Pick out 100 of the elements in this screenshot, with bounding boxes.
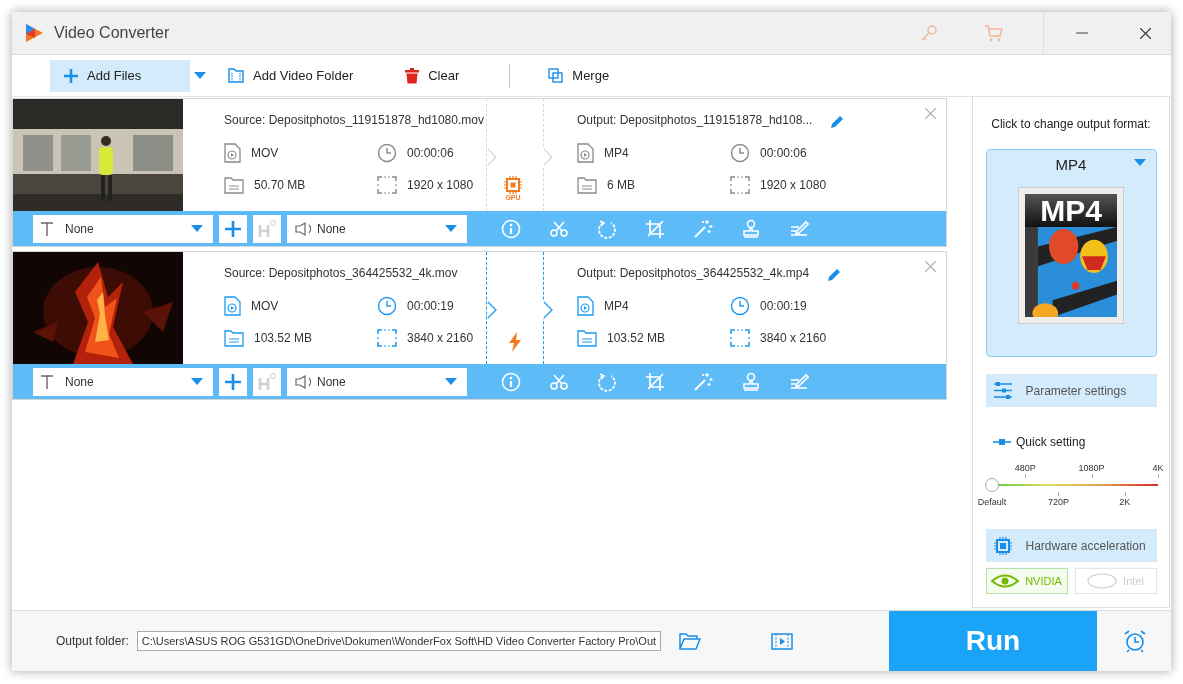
- caret-icon: [445, 225, 457, 232]
- resolution-icon: [730, 329, 750, 347]
- pencil-icon[interactable]: [827, 266, 843, 282]
- merge-button[interactable]: Merge: [534, 59, 624, 92]
- key-icon[interactable]: [920, 24, 938, 42]
- quality-tick-label: 1080P: [1078, 463, 1105, 473]
- hdr-button[interactable]: [253, 214, 281, 243]
- info-icon[interactable]: [501, 218, 521, 239]
- alarm-clock-icon[interactable]: [1123, 629, 1147, 653]
- edit-subtitle-icon[interactable]: [789, 371, 809, 392]
- source-duration: 00:00:19: [407, 299, 454, 313]
- source-size: 50.70 MB: [254, 178, 306, 192]
- caret-icon: [191, 378, 203, 385]
- folder-icon: [577, 329, 597, 347]
- close-icon[interactable]: [1140, 27, 1151, 39]
- subtitle-dropdown[interactable]: None: [33, 367, 213, 396]
- plus-icon: [225, 220, 241, 237]
- subtitle-dropdown[interactable]: None: [33, 214, 213, 243]
- rotate-icon[interactable]: [597, 218, 617, 239]
- window-title: Video Converter: [54, 24, 170, 42]
- video-file-icon: [224, 143, 241, 163]
- output-size: 103.52 MB: [607, 331, 666, 345]
- video-file-icon: [577, 296, 594, 316]
- quality-tick-label: 4K: [1152, 463, 1164, 473]
- clock-icon: [377, 143, 397, 163]
- quality-tick-label: 720P: [1047, 497, 1069, 507]
- add-subtitle-button[interactable]: [219, 367, 247, 396]
- source-duration: 00:00:06: [407, 146, 454, 160]
- open-folder-icon[interactable]: [678, 632, 701, 650]
- source-format: MOV: [251, 146, 279, 160]
- resolution-icon: [377, 329, 397, 347]
- pencil-icon[interactable]: [830, 113, 846, 129]
- quality-tick-label: 480P: [1014, 463, 1036, 473]
- format-name: MP4: [1055, 156, 1087, 173]
- quality-tick-label: 2K: [1119, 497, 1131, 507]
- parameter-settings-button[interactable]: Parameter settings: [985, 374, 1157, 407]
- h-gear-icon: [257, 371, 277, 392]
- chevron-icon: [487, 301, 497, 319]
- source-resolution: 3840 x 2160: [407, 331, 474, 345]
- output-resolution: 3840 x 2160: [760, 331, 827, 345]
- file-card[interactable]: Source: Depositphotos_364425532_4k.mov MOV 00:00:19 103.52 MB 3840 x 2160 Output: Depositphotos_364425532_4k.mp4 MP4 00:00:19 103.52 MB 3840 x 2160 None None: [12, 251, 947, 400]
- format-hint: Click to change output format:: [991, 117, 1151, 131]
- slider-icon: [993, 439, 1011, 445]
- text-icon: [41, 221, 53, 236]
- video-folder-icon[interactable]: [770, 632, 793, 650]
- crop-icon[interactable]: [645, 218, 665, 239]
- caret-icon: [1133, 159, 1146, 166]
- output-size: 6 MB: [607, 178, 635, 192]
- caret-icon[interactable]: [194, 72, 206, 79]
- hdr-button[interactable]: [253, 367, 281, 396]
- hardware-acceleration-button[interactable]: Hardware acceleration: [985, 529, 1157, 562]
- plus-icon: [64, 68, 78, 83]
- info-icon[interactable]: [501, 371, 521, 392]
- crop-icon[interactable]: [645, 371, 665, 392]
- add-files-button[interactable]: Add Files: [50, 59, 190, 92]
- format-icon-label: MP4: [1025, 194, 1117, 227]
- clear-button[interactable]: Clear: [391, 59, 474, 92]
- film-folder-icon: [228, 68, 244, 83]
- caret-icon: [445, 378, 457, 385]
- source-format: MOV: [251, 299, 279, 313]
- h-gear-icon: [257, 218, 277, 239]
- stamp-icon[interactable]: [741, 371, 761, 392]
- add-folder-button[interactable]: Add Video Folder: [214, 59, 368, 92]
- output-duration: 00:00:06: [760, 146, 807, 160]
- output-format: MP4: [604, 146, 629, 160]
- chevron-icon: [543, 148, 553, 166]
- output-folder-dropdown[interactable]: C:\Users\ASUS ROG G531GD\OneDrive\Dokumen\WonderFox Soft\HD Video Converter Factory Pro\Out: [136, 631, 661, 651]
- merge-icon: [548, 68, 564, 83]
- audio-track-dropdown[interactable]: None: [287, 214, 467, 243]
- magic-wand-icon[interactable]: [693, 218, 713, 239]
- lightning-icon: [508, 332, 522, 352]
- clock-icon: [730, 296, 750, 316]
- output-format-selector[interactable]: MP4 MP4: [985, 149, 1157, 357]
- edit-subtitle-icon[interactable]: [789, 218, 809, 239]
- quality-tick-label: Default: [977, 497, 1007, 507]
- stamp-icon[interactable]: [741, 218, 761, 239]
- cart-icon[interactable]: [984, 24, 1003, 42]
- text-icon: [41, 374, 53, 389]
- chevron-icon: [543, 301, 553, 319]
- slider-thumb[interactable]: [985, 478, 999, 492]
- app-logo-icon: [24, 23, 44, 43]
- magic-wand-icon[interactable]: [693, 371, 713, 392]
- eye-logo-icon: [991, 574, 1020, 588]
- output-file-name: Output: Depositphotos_119151878_hd108...: [577, 113, 813, 129]
- resolution-icon: [377, 176, 397, 194]
- source-file-name: Source: Depositphotos_119151878_hd1080.mov: [224, 113, 485, 129]
- oval-logo-icon: [1087, 573, 1118, 589]
- audio-track-dropdown[interactable]: None: [287, 367, 467, 396]
- output-folder-label: Output folder:: [56, 634, 129, 648]
- add-subtitle-button[interactable]: [219, 214, 247, 243]
- folder-icon: [577, 176, 597, 194]
- resolution-icon: [730, 176, 750, 194]
- video-file-icon: [577, 143, 594, 163]
- source-file-name: Source: Depositphotos_364425532_4k.mov: [224, 266, 459, 282]
- folder-icon: [224, 329, 244, 347]
- chip-icon: [993, 536, 1012, 555]
- source-size: 103.52 MB: [254, 331, 313, 345]
- chevron-icon: [487, 148, 497, 166]
- plus-icon: [225, 373, 241, 390]
- rotate-icon[interactable]: [597, 371, 617, 392]
